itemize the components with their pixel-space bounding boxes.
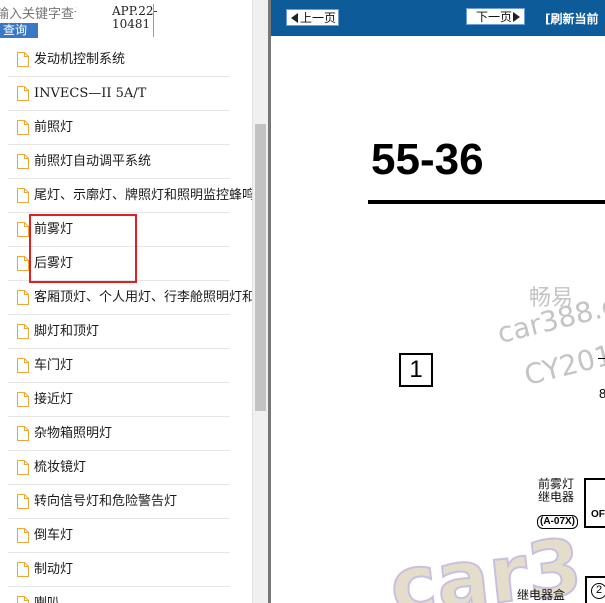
document-icon (17, 256, 29, 271)
scrollbar-thumb[interactable] (255, 124, 266, 411)
document-icon (17, 358, 29, 373)
toc-item-label: 前照灯自动调平系统 (34, 154, 152, 169)
toc-item[interactable]: 前照灯 (0, 111, 252, 145)
document-icon (17, 562, 29, 577)
toc-item[interactable]: 喇叭 (0, 587, 252, 603)
document-icon (17, 86, 29, 101)
toc-item[interactable]: 制动灯 (0, 553, 252, 587)
toc-item-label: 倒车灯 (34, 528, 74, 543)
toc-item-label: INVECS—II 5A/T (34, 86, 147, 101)
toc-item[interactable]: 尾灯、示廓灯、牌照灯和照明监控蜂鸣器 (0, 179, 252, 213)
toc-item[interactable]: INVECS—II 5A/T (0, 77, 252, 111)
toc-item-label: 车门灯 (34, 358, 74, 373)
document-icon (17, 426, 29, 441)
document-icon (17, 392, 29, 407)
document-icon (17, 222, 29, 237)
toc-item[interactable]: 前照灯自动调平系统 (0, 145, 252, 179)
toc-item[interactable]: 倒车灯 (0, 519, 252, 553)
document-icon (17, 324, 29, 339)
toc-item[interactable]: 接近灯 (0, 383, 252, 417)
document-icon (17, 494, 29, 509)
search-input[interactable] (0, 5, 76, 23)
toc-item-label: 脚灯和顶灯 (34, 324, 100, 339)
arrow-right-icon (513, 12, 520, 22)
circle-number-2: 2 (591, 583, 605, 599)
document-icon (17, 460, 29, 475)
diagram-line (598, 358, 605, 359)
next-page-label: 下一页 (476, 10, 513, 24)
document-icon (17, 290, 29, 305)
app-id-text: APP.22- 10481 (112, 4, 158, 31)
toc-item-label: 尾灯、示廓灯、牌照灯和照明监控蜂鸣器 (34, 188, 252, 203)
document-icon (17, 52, 29, 67)
toc-item-label: 杂物箱照明灯 (34, 426, 113, 441)
document-viewer: 上一页 下一页 [刷新当前 55-36 畅易 car388.c CY201 1 … (271, 0, 605, 603)
diagram-box-1: 1 (399, 353, 433, 387)
toc-pane: 查询 APP.22- 10481 发动机控制系统 INVECS—II 5A/T 前照… (0, 0, 268, 603)
prev-page-label: 上一页 (300, 11, 337, 25)
toc-item[interactable]: 车门灯 (0, 349, 252, 383)
refresh-link[interactable]: [刷新当前 (545, 12, 599, 26)
toc-item[interactable]: 客厢顶灯、个人用灯、行李舱照明灯和 (0, 281, 252, 315)
search-divider (153, 4, 154, 37)
page-number: 55-36 (371, 135, 484, 184)
page-rule (368, 200, 605, 204)
prev-page-button[interactable]: 上一页 (286, 9, 339, 26)
document-icon (17, 188, 29, 203)
toc-item-label: 梳妆镜灯 (34, 460, 87, 475)
viewer-toolbar: 上一页 下一页 [刷新当前 (271, 0, 605, 36)
toc-item-label: 转向信号灯和危险警告灯 (34, 494, 178, 509)
document-icon (17, 154, 29, 169)
toc-item[interactable]: 脚灯和顶灯 (0, 315, 252, 349)
toc-item[interactable]: 转向信号灯和危险警告灯 (0, 485, 252, 519)
watermark-logo: car3 (385, 525, 587, 603)
toc-item-label: 发动机控制系统 (34, 52, 126, 67)
relay-symbol (584, 478, 605, 528)
watermark-code: CY201 (521, 338, 605, 393)
toc-item[interactable]: 发动机控制系统 (0, 43, 252, 77)
document-icon (17, 528, 29, 543)
toc-list: 发动机控制系统 INVECS—II 5A/T 前照灯前照灯自动调平系统尾灯、示廓灯、… (0, 43, 252, 603)
toc-item[interactable]: 梳妆镜灯 (0, 451, 252, 485)
toc-item-label: 喇叭 (34, 596, 60, 603)
diagram-edge-digit: 8 (599, 386, 605, 401)
document-icon (17, 120, 29, 135)
toc-scrollbar[interactable] (252, 0, 268, 603)
relay-off-label: OFF (591, 509, 605, 520)
arrow-left-icon (291, 13, 298, 23)
toc-item-label: 客厢顶灯、个人用灯、行李舱照明灯和 (34, 290, 252, 305)
toc-item-label: 制动灯 (34, 562, 74, 577)
toc-item-label: 前照灯 (34, 120, 74, 135)
toc-item[interactable]: 杂物箱照明灯 (0, 417, 252, 451)
highlight-annotation (29, 214, 137, 283)
next-page-button[interactable]: 下一页 (466, 8, 525, 25)
toc-item-label: 接近灯 (34, 392, 74, 407)
document-icon (17, 596, 29, 603)
search-area: 查询 APP.22- 10481 (0, 0, 268, 42)
search-button[interactable]: 查询 (0, 23, 38, 38)
relay-label: 前雾灯 继电器 (537, 477, 574, 504)
junction-box-label: 继电器盒 (517, 588, 566, 602)
